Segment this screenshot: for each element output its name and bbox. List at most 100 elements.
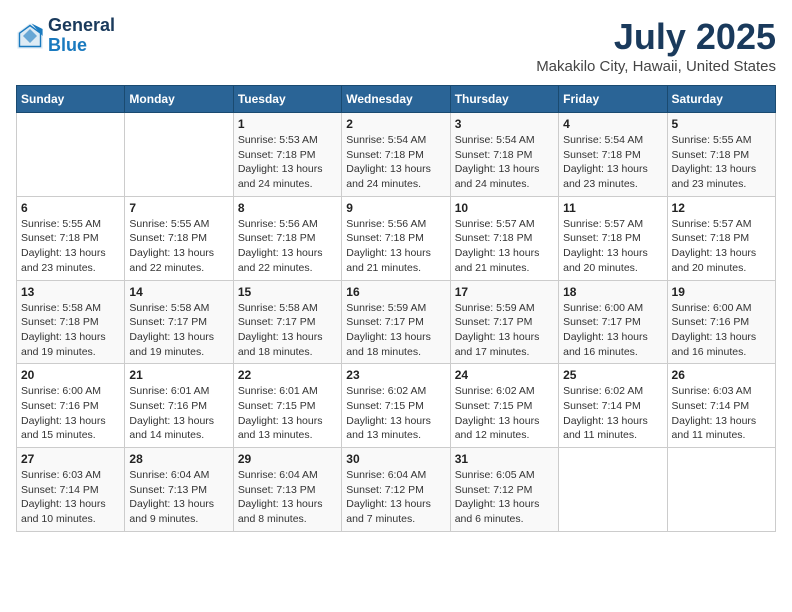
day-info: Sunrise: 5:53 AM Sunset: 7:18 PM Dayligh… xyxy=(238,133,337,192)
day-info: Sunrise: 6:05 AM Sunset: 7:12 PM Dayligh… xyxy=(455,468,554,527)
day-info: Sunrise: 5:58 AM Sunset: 7:18 PM Dayligh… xyxy=(21,301,120,360)
week-row-1: 1 Sunrise: 5:53 AM Sunset: 7:18 PM Daylig… xyxy=(17,113,776,197)
day-info: Sunrise: 6:02 AM Sunset: 7:14 PM Dayligh… xyxy=(563,384,662,443)
day-number: 23 xyxy=(346,368,445,382)
day-info: Sunrise: 5:59 AM Sunset: 7:17 PM Dayligh… xyxy=(455,301,554,360)
logo-icon xyxy=(16,22,44,50)
weekday-header-wednesday: Wednesday xyxy=(342,86,450,113)
calendar-cell: 7Sunrise: 5:55 AM Sunset: 7:18 PM Daylig… xyxy=(125,196,233,280)
calendar-table: SundayMondayTuesdayWednesdayThursdayFrid… xyxy=(16,85,776,532)
calendar-cell: 19 Sunrise: 6:00 AM Sunset: 7:16 PM Dayli… xyxy=(667,280,775,364)
day-number: 15 xyxy=(238,285,337,299)
calendar-cell xyxy=(17,113,125,197)
day-info: Sunrise: 6:00 AM Sunset: 7:17 PM Dayligh… xyxy=(563,301,662,360)
week-row-2: 6Sunrise: 5:55 AM Sunset: 7:18 PM Daylig… xyxy=(17,196,776,280)
calendar-cell: 24 Sunrise: 6:02 AM Sunset: 7:15 PM Dayli… xyxy=(450,364,558,448)
calendar-cell: 27Sunrise: 6:03 AM Sunset: 7:14 PM Dayli… xyxy=(17,448,125,532)
day-number: 12 xyxy=(672,201,771,215)
calendar-cell: 8Sunrise: 5:56 AM Sunset: 7:18 PM Daylig… xyxy=(233,196,341,280)
month-title: July 2025 xyxy=(536,16,776,58)
day-info: Sunrise: 5:54 AM Sunset: 7:18 PM Dayligh… xyxy=(563,133,662,192)
day-number: 30 xyxy=(346,452,445,466)
day-number: 14 xyxy=(129,285,228,299)
calendar-cell: 31 Sunrise: 6:05 AM Sunset: 7:12 PM Dayli… xyxy=(450,448,558,532)
day-number: 27 xyxy=(21,452,120,466)
calendar-cell: 9 Sunrise: 5:56 AM Sunset: 7:18 PM Daylig… xyxy=(342,196,450,280)
day-number: 18 xyxy=(563,285,662,299)
day-number: 19 xyxy=(672,285,771,299)
calendar-cell: 16 Sunrise: 5:59 AM Sunset: 7:17 PM Dayli… xyxy=(342,280,450,364)
calendar-cell: 23Sunrise: 6:02 AM Sunset: 7:15 PM Dayli… xyxy=(342,364,450,448)
weekday-header-saturday: Saturday xyxy=(667,86,775,113)
title-area: July 2025 Makakilo City, Hawaii, United … xyxy=(536,16,776,75)
day-info: Sunrise: 6:01 AM Sunset: 7:15 PM Dayligh… xyxy=(238,384,337,443)
day-info: Sunrise: 5:55 AM Sunset: 7:18 PM Dayligh… xyxy=(129,217,228,276)
calendar-cell: 6Sunrise: 5:55 AM Sunset: 7:18 PM Daylig… xyxy=(17,196,125,280)
weekday-header-thursday: Thursday xyxy=(450,86,558,113)
calendar-cell: 11Sunrise: 5:57 AM Sunset: 7:18 PM Dayli… xyxy=(559,196,667,280)
weekday-header-tuesday: Tuesday xyxy=(233,86,341,113)
day-info: Sunrise: 5:57 AM Sunset: 7:18 PM Dayligh… xyxy=(455,217,554,276)
day-info: Sunrise: 5:54 AM Sunset: 7:18 PM Dayligh… xyxy=(455,133,554,192)
day-number: 24 xyxy=(455,368,554,382)
day-info: Sunrise: 5:57 AM Sunset: 7:18 PM Dayligh… xyxy=(672,217,771,276)
day-number: 22 xyxy=(238,368,337,382)
week-row-5: 27Sunrise: 6:03 AM Sunset: 7:14 PM Dayli… xyxy=(17,448,776,532)
calendar-cell: 29Sunrise: 6:04 AM Sunset: 7:13 PM Dayli… xyxy=(233,448,341,532)
calendar-cell: 4 Sunrise: 5:54 AM Sunset: 7:18 PM Daylig… xyxy=(559,113,667,197)
day-number: 10 xyxy=(455,201,554,215)
day-info: Sunrise: 5:58 AM Sunset: 7:17 PM Dayligh… xyxy=(238,301,337,360)
day-number: 2 xyxy=(346,117,445,131)
day-info: Sunrise: 6:00 AM Sunset: 7:16 PM Dayligh… xyxy=(672,301,771,360)
calendar-cell: 20 Sunrise: 6:00 AM Sunset: 7:16 PM Dayli… xyxy=(17,364,125,448)
calendar-cell: 15 Sunrise: 5:58 AM Sunset: 7:17 PM Dayli… xyxy=(233,280,341,364)
calendar-cell: 22 Sunrise: 6:01 AM Sunset: 7:15 PM Dayli… xyxy=(233,364,341,448)
day-number: 28 xyxy=(129,452,228,466)
weekday-header-sunday: Sunday xyxy=(17,86,125,113)
calendar-cell: 10 Sunrise: 5:57 AM Sunset: 7:18 PM Dayli… xyxy=(450,196,558,280)
location-title: Makakilo City, Hawaii, United States xyxy=(536,58,776,75)
day-number: 9 xyxy=(346,201,445,215)
day-number: 26 xyxy=(672,368,771,382)
day-info: Sunrise: 6:02 AM Sunset: 7:15 PM Dayligh… xyxy=(455,384,554,443)
day-info: Sunrise: 5:56 AM Sunset: 7:18 PM Dayligh… xyxy=(346,217,445,276)
day-info: Sunrise: 5:59 AM Sunset: 7:17 PM Dayligh… xyxy=(346,301,445,360)
calendar-cell: 14Sunrise: 5:58 AM Sunset: 7:17 PM Dayli… xyxy=(125,280,233,364)
day-number: 11 xyxy=(563,201,662,215)
calendar-cell: 25 Sunrise: 6:02 AM Sunset: 7:14 PM Dayli… xyxy=(559,364,667,448)
calendar-cell xyxy=(667,448,775,532)
day-number: 21 xyxy=(129,368,228,382)
day-number: 20 xyxy=(21,368,120,382)
day-number: 16 xyxy=(346,285,445,299)
calendar-cell: 5Sunrise: 5:55 AM Sunset: 7:18 PM Daylig… xyxy=(667,113,775,197)
calendar-cell: 3 Sunrise: 5:54 AM Sunset: 7:18 PM Daylig… xyxy=(450,113,558,197)
calendar-cell: 26 Sunrise: 6:03 AM Sunset: 7:14 PM Dayli… xyxy=(667,364,775,448)
calendar-cell xyxy=(559,448,667,532)
day-number: 25 xyxy=(563,368,662,382)
weekday-header-row: SundayMondayTuesdayWednesdayThursdayFrid… xyxy=(17,86,776,113)
calendar-cell: 17 Sunrise: 5:59 AM Sunset: 7:17 PM Dayli… xyxy=(450,280,558,364)
week-row-3: 13Sunrise: 5:58 AM Sunset: 7:18 PM Dayli… xyxy=(17,280,776,364)
day-number: 17 xyxy=(455,285,554,299)
day-number: 8 xyxy=(238,201,337,215)
page-header: General Blue July 2025 Makakilo City, Ha… xyxy=(16,16,776,75)
calendar-cell: 2Sunrise: 5:54 AM Sunset: 7:18 PM Daylig… xyxy=(342,113,450,197)
day-number: 5 xyxy=(672,117,771,131)
day-info: Sunrise: 6:04 AM Sunset: 7:13 PM Dayligh… xyxy=(129,468,228,527)
calendar-cell: 21Sunrise: 6:01 AM Sunset: 7:16 PM Dayli… xyxy=(125,364,233,448)
calendar-cell: 30 Sunrise: 6:04 AM Sunset: 7:12 PM Dayli… xyxy=(342,448,450,532)
day-info: Sunrise: 6:00 AM Sunset: 7:16 PM Dayligh… xyxy=(21,384,120,443)
logo: General Blue xyxy=(16,16,115,56)
day-number: 3 xyxy=(455,117,554,131)
weekday-header-monday: Monday xyxy=(125,86,233,113)
day-number: 4 xyxy=(563,117,662,131)
day-info: Sunrise: 6:04 AM Sunset: 7:13 PM Dayligh… xyxy=(238,468,337,527)
logo-text: General Blue xyxy=(48,16,115,56)
day-number: 1 xyxy=(238,117,337,131)
calendar-cell: 12 Sunrise: 5:57 AM Sunset: 7:18 PM Dayli… xyxy=(667,196,775,280)
day-number: 31 xyxy=(455,452,554,466)
calendar-cell: 28 Sunrise: 6:04 AM Sunset: 7:13 PM Dayli… xyxy=(125,448,233,532)
day-info: Sunrise: 6:04 AM Sunset: 7:12 PM Dayligh… xyxy=(346,468,445,527)
day-info: Sunrise: 6:03 AM Sunset: 7:14 PM Dayligh… xyxy=(672,384,771,443)
calendar-cell: 13Sunrise: 5:58 AM Sunset: 7:18 PM Dayli… xyxy=(17,280,125,364)
